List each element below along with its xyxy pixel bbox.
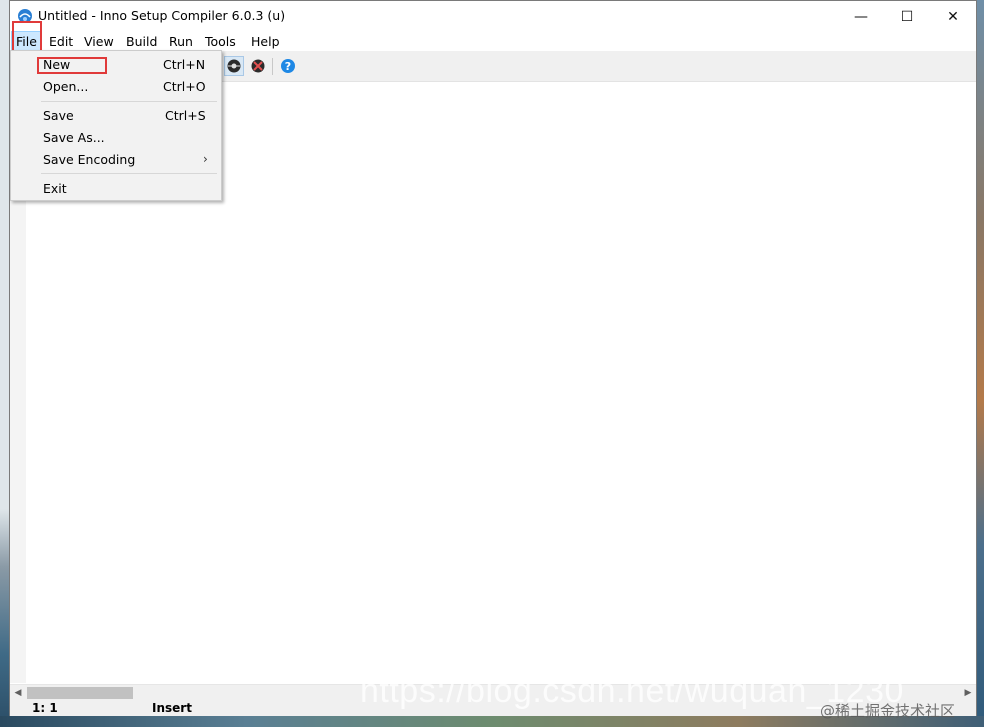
toolbar-separator: [272, 58, 273, 75]
help-icon: ?: [281, 59, 295, 73]
menu-separator: [41, 173, 217, 174]
maximize-button[interactable]: ☐: [884, 1, 930, 32]
menu-bar: File Edit View Build Run Tools Help: [10, 31, 976, 52]
help-button[interactable]: ?: [278, 56, 298, 76]
menu-separator: [41, 101, 217, 102]
stop-icon: [251, 59, 265, 73]
desktop-background-left: [0, 0, 9, 727]
menu-item-shortcut: Ctrl+N: [163, 57, 206, 72]
menu-build[interactable]: Build: [122, 32, 161, 51]
scroll-left-icon[interactable]: ◀: [10, 685, 26, 701]
minimize-button[interactable]: —: [838, 1, 884, 32]
menu-help[interactable]: Help: [247, 32, 284, 51]
menu-item-save-encoding[interactable]: Save Encoding ›: [11, 149, 221, 170]
watermark-site: @稀土掘金技术社区: [820, 702, 956, 720]
menu-item-shortcut: Ctrl+O: [163, 79, 206, 94]
inno-setup-app-icon: [18, 9, 32, 23]
menu-item-save-as[interactable]: Save As...: [11, 127, 221, 148]
menu-item-label: Save: [43, 108, 74, 123]
scroll-right-icon[interactable]: ▶: [960, 685, 976, 701]
menu-item-label: Exit: [43, 181, 67, 196]
menu-item-new[interactable]: New Ctrl+N: [11, 54, 221, 75]
menu-item-label: Save Encoding: [43, 152, 136, 167]
window-title: Untitled - Inno Setup Compiler 6.0.3 (u): [38, 8, 286, 23]
menu-item-label: Open...: [43, 79, 89, 94]
file-dropdown-menu: New Ctrl+N Open... Ctrl+O Save Ctrl+S Sa…: [10, 50, 222, 201]
title-bar[interactable]: Untitled - Inno Setup Compiler 6.0.3 (u)…: [10, 1, 976, 32]
stop-button[interactable]: [248, 56, 268, 76]
menu-item-shortcut: Ctrl+S: [165, 108, 206, 123]
desktop-background-right: [977, 0, 984, 727]
compile-run-button[interactable]: [224, 56, 244, 76]
menu-file[interactable]: File: [11, 31, 42, 52]
compile-run-icon: [227, 59, 241, 73]
menu-view[interactable]: View: [80, 32, 118, 51]
submenu-chevron-icon: ›: [203, 152, 208, 166]
menu-edit[interactable]: Edit: [45, 32, 77, 51]
cursor-position: 1: 1: [32, 701, 58, 715]
close-icon: ✕: [947, 8, 959, 25]
scrollbar-thumb[interactable]: [27, 687, 133, 699]
menu-item-label: New: [43, 57, 71, 72]
menu-item-label: Save As...: [43, 130, 105, 145]
menu-run[interactable]: Run: [165, 32, 197, 51]
menu-item-save[interactable]: Save Ctrl+S: [11, 105, 221, 126]
close-button[interactable]: ✕: [930, 1, 976, 32]
insert-mode: Insert: [152, 701, 192, 715]
menu-item-exit[interactable]: Exit: [11, 178, 221, 199]
maximize-icon: ☐: [900, 8, 914, 25]
menu-item-open[interactable]: Open... Ctrl+O: [11, 76, 221, 97]
minimize-icon: —: [854, 8, 868, 25]
menu-tools[interactable]: Tools: [201, 32, 240, 51]
svg-text:?: ?: [285, 60, 291, 73]
